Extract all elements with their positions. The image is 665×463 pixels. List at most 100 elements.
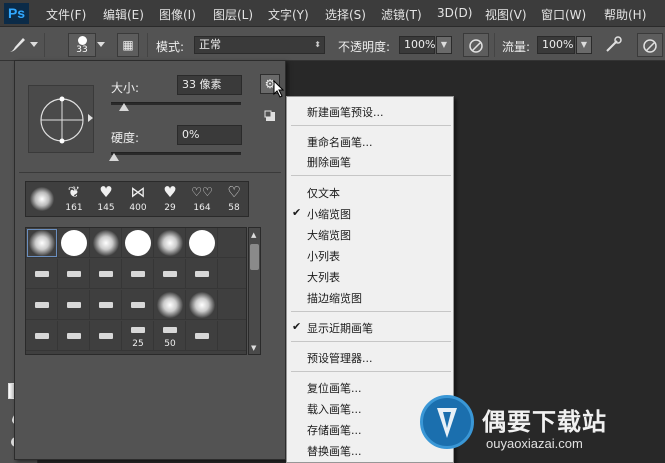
brush-preset-cell[interactable] (58, 321, 90, 351)
brush-preset-cell[interactable] (58, 290, 90, 320)
menu-item-text-only[interactable]: 仅文本 (307, 185, 340, 201)
opacity-input[interactable]: 100% (399, 36, 435, 54)
brush-preset-cell[interactable] (186, 228, 218, 258)
brush-tip-icon (195, 271, 209, 277)
hard-round-brush-icon (189, 230, 215, 256)
brush-preset-cell[interactable] (186, 321, 218, 351)
fan-brush-icon (163, 271, 177, 277)
recent-brush-4[interactable]: ⋈ 400 (123, 183, 153, 216)
hardness-label: 硬度: (111, 131, 140, 145)
tool-preset-dropdown-icon[interactable] (30, 42, 38, 47)
brush-preset-cell[interactable] (90, 228, 122, 258)
menu-item-stroke-thumbnail[interactable]: 描边缩览图 (307, 290, 362, 306)
brush-size-label: 400 (129, 203, 147, 213)
brush-preset-cell[interactable] (26, 228, 58, 258)
soft-round-brush-icon (189, 292, 215, 318)
brush-preset-cell[interactable] (218, 228, 246, 258)
brush-preset-cell[interactable] (186, 259, 218, 289)
menu-item-replace-brushes[interactable]: 替换画笔... (307, 443, 362, 459)
size-slider[interactable] (111, 102, 241, 105)
menu-item-large-thumbnail[interactable]: 大缩览图 (307, 227, 351, 243)
brush-preset-cell[interactable] (122, 228, 154, 258)
menu-view[interactable]: 视图(V) (485, 6, 527, 23)
mode-value: 正常 (199, 38, 221, 51)
brush-tool-icon[interactable] (6, 35, 28, 55)
menu-file[interactable]: 文件(F) (46, 6, 86, 23)
recent-brush-2[interactable]: ❦ 161 (59, 183, 89, 216)
menu-edit[interactable]: 编辑(E) (103, 6, 144, 23)
brush-preset-cell[interactable] (218, 290, 246, 320)
flow-dropdown-icon[interactable]: ▼ (576, 36, 592, 54)
brush-angle-preview[interactable] (28, 85, 94, 153)
hardness-slider-thumb[interactable] (109, 153, 119, 161)
recent-brush-7[interactable]: ♡ 58 (219, 183, 249, 216)
brush-preset-picker[interactable]: 33 (68, 33, 96, 57)
brush-preset-cell[interactable] (186, 290, 218, 320)
brush-preset-cell[interactable] (154, 259, 186, 289)
menu-help[interactable]: 帮助(H) (604, 6, 646, 23)
brush-preset-cell[interactable] (154, 228, 186, 258)
scrollbar-thumb[interactable] (250, 244, 259, 270)
menu-item-rename-brush[interactable]: 重命名画笔... (307, 134, 373, 150)
menu-type[interactable]: 文字(Y) (268, 6, 309, 23)
menu-3d[interactable]: 3D(D) (437, 6, 472, 20)
angle-handle-icon[interactable] (88, 114, 93, 122)
chevron-down-icon[interactable] (97, 42, 105, 47)
hardness-slider[interactable] (111, 152, 241, 155)
menu-item-show-recent-brushes[interactable]: 显示近期画笔 (307, 320, 373, 336)
menu-window[interactable]: 窗口(W) (541, 6, 586, 23)
menu-select[interactable]: 选择(S) (325, 6, 366, 23)
brush-preset-cell[interactable] (122, 259, 154, 289)
menu-item-load-brushes[interactable]: 载入画笔... (307, 401, 362, 417)
opacity-dropdown-icon[interactable]: ▼ (436, 36, 452, 54)
recent-brush-1[interactable] (27, 183, 57, 216)
menu-image[interactable]: 图像(I) (159, 6, 196, 23)
menu-item-delete-brush[interactable]: 删除画笔 (307, 154, 351, 170)
brush-preset-cell[interactable] (122, 290, 154, 320)
size-slider-thumb[interactable] (119, 103, 129, 111)
recent-brush-6[interactable]: ♡♡ 164 (187, 183, 217, 216)
grid-scrollbar[interactable]: ▲ ▼ (248, 227, 261, 355)
recent-brush-5[interactable]: ♥ 29 (155, 183, 185, 216)
menu-filter[interactable]: 滤镜(T) (381, 6, 422, 23)
brush-tip-icon (163, 327, 177, 333)
brush-preset-cell[interactable] (154, 290, 186, 320)
soft-round-brush-icon (157, 230, 183, 256)
brush-preset-cell[interactable] (26, 259, 58, 289)
heart-brush-icon: ♥ (163, 183, 177, 201)
airbrush-icon[interactable] (603, 35, 625, 55)
menu-item-large-list[interactable]: 大列表 (307, 269, 340, 285)
recent-brush-3[interactable]: ♥ 145 (91, 183, 121, 216)
brush-preset-cell[interactable] (90, 259, 122, 289)
menu-item-small-thumbnail[interactable]: 小缩览图 (307, 206, 351, 222)
menu-item-save-brushes[interactable]: 存储画笔... (307, 422, 362, 438)
brush-preset-cell[interactable] (218, 321, 246, 351)
mode-select[interactable]: 正常 ⬍ (194, 36, 325, 54)
brush-tip-icon (131, 302, 145, 308)
menu-item-preset-manager[interactable]: 预设管理器... (307, 350, 373, 366)
brush-preset-cell[interactable]: 25 (122, 321, 154, 351)
hardness-input[interactable]: 0% (177, 125, 242, 145)
new-preset-icon[interactable] (263, 110, 277, 124)
brush-preset-cell[interactable] (58, 259, 90, 289)
pressure-opacity-icon[interactable] (463, 33, 489, 57)
pressure-size-icon[interactable] (637, 33, 663, 57)
brush-preset-cell[interactable] (90, 321, 122, 351)
brush-preset-cell[interactable] (26, 321, 58, 351)
size-input[interactable]: 33 像素 (177, 75, 242, 95)
brush-tip-icon (77, 36, 87, 45)
menu-item-new-brush-preset[interactable]: 新建画笔预设... (307, 104, 384, 120)
brush-preset-cell[interactable] (218, 259, 246, 289)
menu-layer[interactable]: 图层(L) (213, 6, 253, 23)
brush-preset-cell[interactable] (90, 290, 122, 320)
brush-preset-cell[interactable] (58, 228, 90, 258)
menu-item-reset-brushes[interactable]: 复位画笔... (307, 380, 362, 396)
scroll-up-icon[interactable]: ▲ (251, 231, 256, 239)
scroll-down-icon[interactable]: ▼ (251, 344, 256, 352)
brush-preset-cell[interactable] (26, 290, 58, 320)
flow-input[interactable]: 100% (537, 36, 575, 54)
brush-preset-cell[interactable]: 50 (154, 321, 186, 351)
brush-size-label: 161 (65, 203, 83, 213)
toggle-brush-panel-icon[interactable]: ▦ (117, 33, 139, 57)
menu-item-small-list[interactable]: 小列表 (307, 248, 340, 264)
